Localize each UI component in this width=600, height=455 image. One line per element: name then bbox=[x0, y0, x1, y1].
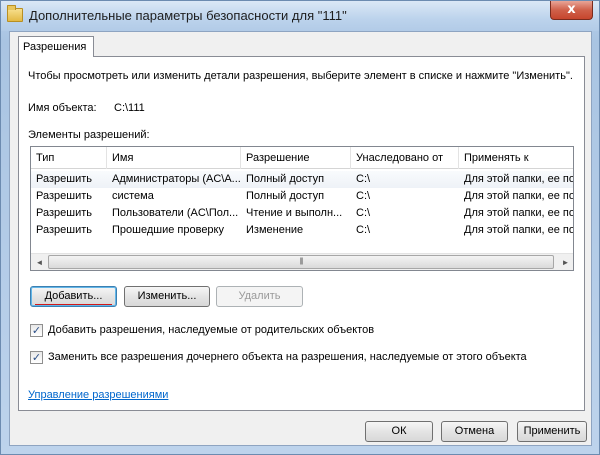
cell-apply-to: Для этой папки, ее под bbox=[464, 207, 574, 219]
list-header: Тип Имя Разрешение Унаследовано от Приме… bbox=[31, 147, 573, 169]
cell-apply-to: Для этой папки, ее под bbox=[464, 173, 574, 185]
apply-button[interactable]: Применить bbox=[517, 421, 587, 442]
cell-inherited-from: C:\ bbox=[356, 190, 371, 202]
cell-name: система bbox=[112, 190, 154, 202]
cell-permission: Полный доступ bbox=[246, 173, 325, 185]
focus-indicator bbox=[35, 304, 112, 305]
dialog-content: Разрешения Чтобы просмотреть или изменит… bbox=[9, 31, 592, 446]
cell-apply-to: Для этой папки, ее под bbox=[464, 224, 574, 236]
permission-entries-label: Элементы разрешений: bbox=[28, 129, 150, 141]
add-button[interactable]: Добавить... bbox=[30, 286, 117, 307]
column-header-inherited-from[interactable]: Унаследовано от bbox=[351, 147, 459, 169]
table-row[interactable]: Разрешить Прошедшие проверку Изменение C… bbox=[31, 222, 574, 239]
cell-name: Пользователи (AC\Пол... bbox=[112, 207, 239, 219]
column-header-apply-to[interactable]: Применять к bbox=[459, 147, 573, 169]
cell-type: Разрешить bbox=[36, 207, 92, 219]
cell-name: Администраторы (AC\A... bbox=[112, 173, 240, 185]
table-row[interactable]: Разрешить система Полный доступ C:\ Для … bbox=[31, 188, 574, 205]
cell-name: Прошедшие проверку bbox=[112, 224, 224, 236]
add-button-label: Добавить... bbox=[44, 290, 103, 302]
window-title: Дополнительные параметры безопасности дл… bbox=[29, 8, 347, 23]
object-name-label: Имя объекта: bbox=[28, 102, 97, 114]
inherit-permissions-label[interactable]: Добавить разрешения, наследуемые от роди… bbox=[48, 324, 374, 336]
replace-permissions-label[interactable]: Заменить все разрешения дочернего объект… bbox=[48, 351, 527, 363]
cell-type: Разрешить bbox=[36, 173, 92, 185]
table-row[interactable]: Разрешить Пользователи (AC\Пол... Чтение… bbox=[31, 205, 574, 222]
scroll-left-icon[interactable]: ◄ bbox=[31, 257, 48, 268]
cell-apply-to: Для этой папки, ее под bbox=[464, 190, 574, 202]
cell-permission: Изменение bbox=[246, 224, 304, 236]
close-button[interactable]: x bbox=[550, 1, 593, 20]
security-dialog-window: Дополнительные параметры безопасности дл… bbox=[0, 0, 600, 455]
manage-permissions-link[interactable]: Управление разрешениями bbox=[28, 389, 168, 401]
horizontal-scrollbar[interactable]: ◄ ||| ► bbox=[31, 253, 573, 270]
replace-permissions-checkbox[interactable]: ✓ bbox=[30, 351, 43, 364]
scroll-right-icon[interactable]: ► bbox=[557, 257, 573, 268]
title-bar[interactable]: Дополнительные параметры безопасности дл… bbox=[1, 1, 599, 31]
column-header-name[interactable]: Имя bbox=[107, 147, 241, 169]
table-row[interactable]: Разрешить Администраторы (AC\A... Полный… bbox=[31, 171, 574, 188]
column-header-permission[interactable]: Разрешение bbox=[241, 147, 351, 169]
cell-type: Разрешить bbox=[36, 190, 92, 202]
object-name-value: C:\111 bbox=[114, 102, 145, 114]
ok-button[interactable]: ОК bbox=[365, 421, 433, 442]
cell-type: Разрешить bbox=[36, 224, 92, 236]
cell-inherited-from: C:\ bbox=[356, 173, 371, 185]
inherit-permissions-checkbox[interactable]: ✓ bbox=[30, 324, 43, 337]
cell-permission: Чтение и выполн... bbox=[246, 207, 343, 219]
column-header-type[interactable]: Тип bbox=[31, 147, 107, 169]
cell-inherited-from: C:\ bbox=[356, 207, 371, 219]
edit-button[interactable]: Изменить... bbox=[124, 286, 210, 307]
permission-entries-list[interactable]: Тип Имя Разрешение Унаследовано от Приме… bbox=[30, 146, 574, 271]
scrollbar-thumb[interactable]: ||| bbox=[48, 255, 554, 269]
cell-permission: Полный доступ bbox=[246, 190, 325, 202]
cell-inherited-from: C:\ bbox=[356, 224, 371, 236]
tab-permissions[interactable]: Разрешения bbox=[18, 36, 94, 57]
instruction-text: Чтобы просмотреть или изменить детали ра… bbox=[28, 70, 573, 82]
remove-button[interactable]: Удалить bbox=[216, 286, 303, 307]
cancel-button[interactable]: Отмена bbox=[441, 421, 508, 442]
folder-icon bbox=[7, 5, 23, 22]
